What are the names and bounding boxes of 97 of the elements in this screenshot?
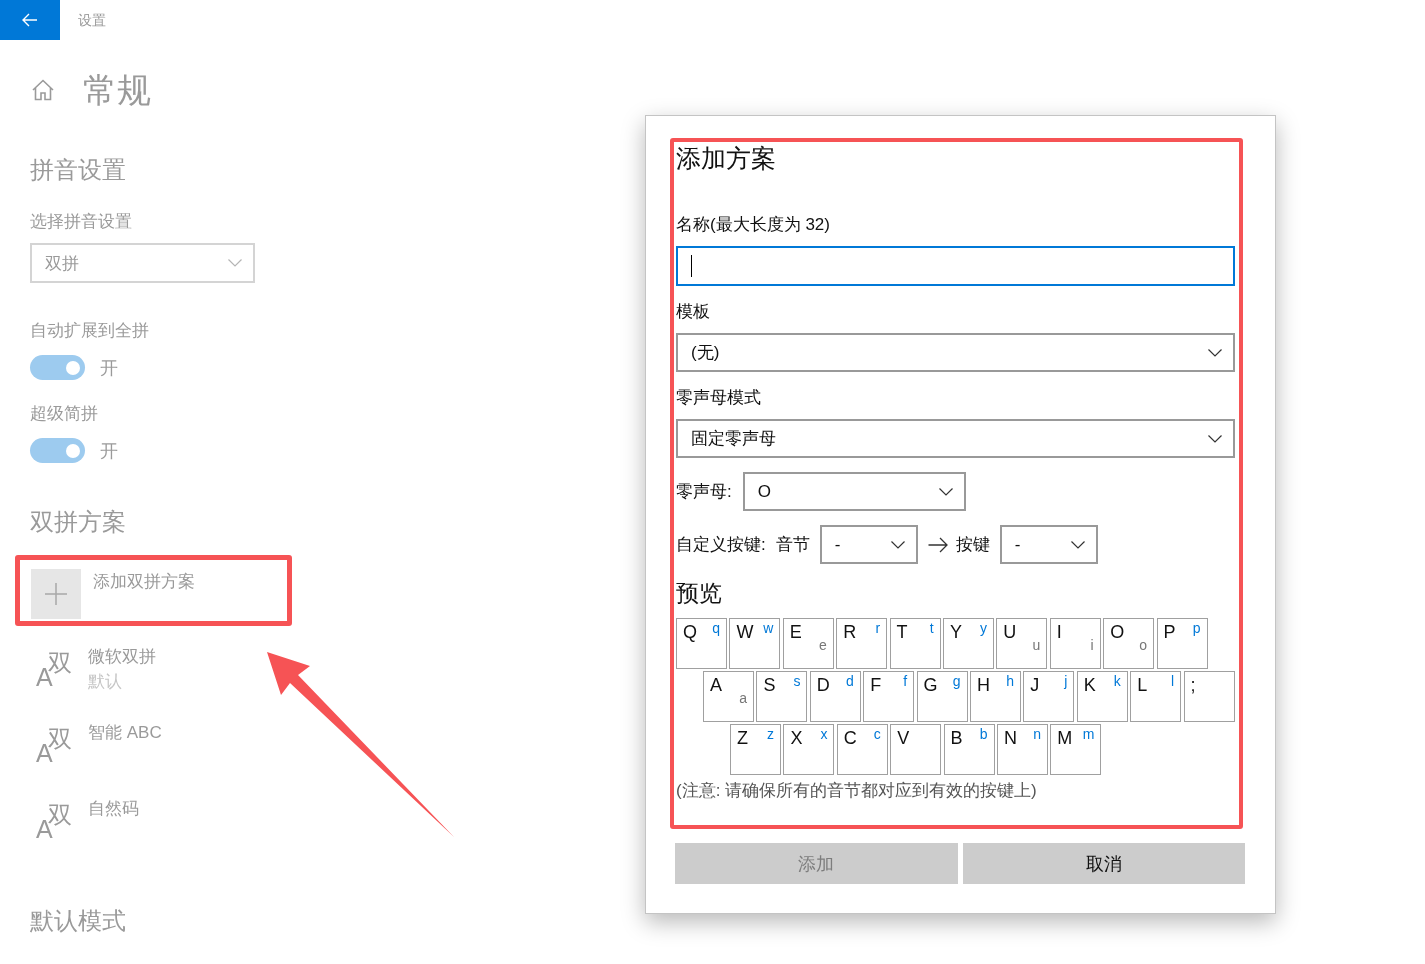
key-mapping: d [846,673,854,689]
field-label: 零声母: [676,480,732,503]
field-label: 零声母模式 [676,387,761,409]
key-mapping: c [873,726,881,742]
plus-icon[interactable] [31,569,81,619]
section-heading: 默认模式 [30,906,126,936]
key-mapping: h [1006,673,1014,689]
key-letter: T [896,621,908,643]
home-icon[interactable] [32,79,54,101]
key-letter: Q [683,621,697,643]
dialog-title: 添加方案 [676,143,776,174]
key-letter: X [790,727,803,749]
toggle-switch[interactable] [30,438,85,463]
zero-initial-mode-dropdown[interactable]: 固定零声母 [676,419,1235,458]
section-heading: 双拼方案 [30,507,126,537]
key-mapping: p [1192,620,1201,636]
toggle-label: 超级简拼 [30,403,98,425]
key-mapping: f [903,673,908,689]
toggle-state-text: 开 [100,356,118,380]
scheme-icon: A双 [36,802,74,842]
key-letter: J [1030,674,1040,696]
field-label: 选择拼音设置 [30,211,132,233]
key-letter: I [1056,621,1062,643]
key-letter: S [763,674,776,696]
key-mapping: z [767,726,774,742]
field-label: 自定义按键: [676,533,766,556]
key-letter: V [897,727,910,749]
key-letter: N [1003,727,1017,749]
key-letter: Y [949,621,962,643]
key-mapping: r [875,620,881,636]
name-field[interactable] [676,246,1235,286]
key-letter: P [1163,621,1176,643]
key-letter: B [950,727,963,749]
key-mapping: y [979,620,987,636]
field-label: 名称(最大长度为 32) [676,214,830,236]
key-letter: K [1083,674,1096,696]
key-mapping: e [819,637,827,653]
chevron-down-icon [228,259,242,267]
key-mapping: j [1064,673,1068,689]
key-mapping: t [929,620,934,636]
key-letter: M [1057,727,1073,749]
key-mapping: x [820,726,828,742]
chevron-down-icon [1208,348,1222,357]
back-button[interactable] [0,0,60,40]
key-mapping: w [763,620,774,636]
template-dropdown[interactable]: (无) [676,333,1235,372]
key-mapping: o [1139,637,1148,653]
key-mapping: b [979,726,988,742]
toggle-switch[interactable] [30,355,85,380]
toggle-state-text: 开 [100,439,118,463]
window-title: 设置 [78,11,106,30]
field-label: 模板 [676,301,710,323]
key-mapping: k [1113,673,1121,689]
text-cursor-icon [691,255,692,277]
field-label: 音节 [775,533,810,556]
scheme-icon: A双 [36,650,74,690]
key-dropdown[interactable]: - [999,525,1098,564]
zero-initial-dropdown[interactable]: O [742,472,966,511]
chevron-down-icon [1070,540,1085,549]
key-mapping: a [739,690,747,706]
key-mapping: l [1171,673,1175,689]
chevron-down-icon [1208,434,1222,443]
key-letter: L [1137,674,1148,696]
key-letter: O [1110,621,1125,643]
key-letter: U [1003,621,1017,643]
key-letter: D [816,674,830,696]
cancel-button[interactable]: 取消 [962,843,1245,884]
key-letter: ; [1190,674,1196,696]
scheme-note: 默认 [88,671,122,693]
note-text: (注意: 请确保所有的音节都对应到有效的按键上) [676,780,1037,802]
key-letter: E [789,621,802,643]
chevron-down-icon [938,487,953,496]
key-letter: Z [737,727,748,749]
key-mapping: m [1082,726,1095,742]
key-letter: W [736,621,754,643]
toggle-label: 自动扩展到全拼 [30,320,149,342]
section-heading: 拼音设置 [30,155,126,185]
key-mapping: n [1033,726,1041,742]
right-arrow-icon [927,536,948,553]
key-mapping: q [712,620,720,636]
key-mapping: g [952,673,961,689]
syllable-dropdown[interactable]: - [819,525,918,564]
key-mapping: s [793,673,801,689]
scheme-icon: A双 [36,726,74,766]
key-letter: G [923,674,938,696]
key-mapping: i [1090,637,1094,653]
key-letter: F [870,674,882,696]
key-letter: H [976,674,990,696]
page-title: 常规 [83,70,151,111]
key-letter: A [710,674,722,696]
chevron-down-icon [890,540,905,549]
key-mapping: u [1032,637,1041,653]
key-letter: R [843,621,857,643]
back-arrow-icon [22,13,38,27]
key-letter: C [843,727,857,749]
preview-heading: 预览 [676,579,722,607]
field-label: 按键 [955,533,990,556]
